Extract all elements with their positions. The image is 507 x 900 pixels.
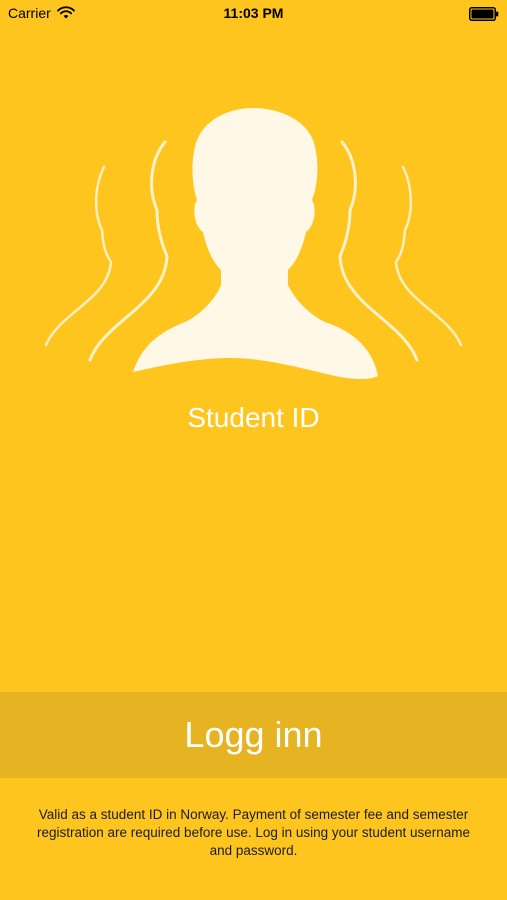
login-button[interactable]: Logg inn (0, 692, 507, 778)
people-silhouette-icon (44, 108, 463, 379)
status-time: 11:03 PM (223, 5, 284, 21)
status-bar: Carrier 11:03 PM (0, 0, 507, 28)
login-button-label: Logg inn (184, 714, 323, 755)
app-title: Student ID (187, 402, 320, 433)
battery-icon (469, 7, 499, 21)
disclaimer-text: Valid as a student ID in Norway. Payment… (36, 807, 470, 858)
